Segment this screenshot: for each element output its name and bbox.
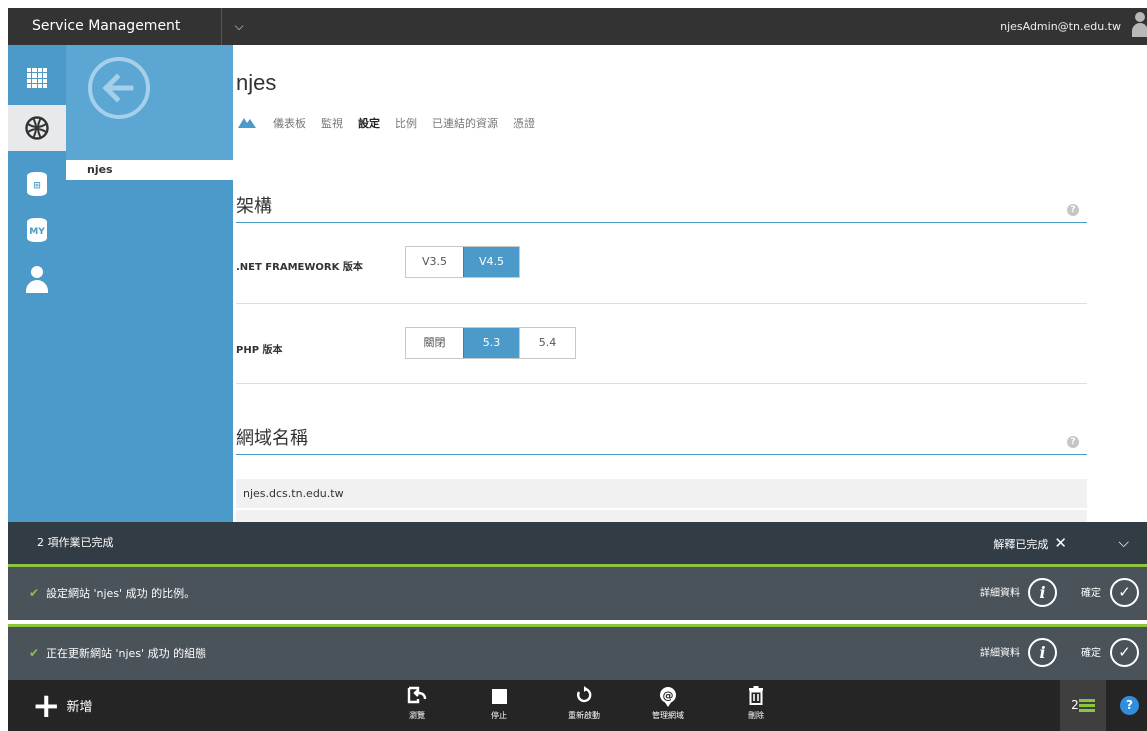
manage-domains-icon: @: [638, 686, 698, 708]
avatar[interactable]: [1131, 12, 1147, 38]
nav-panel: njes: [66, 45, 233, 522]
new-label: 新增: [66, 700, 93, 715]
restart-button[interactable]: 重新啟動: [554, 686, 614, 721]
browse-button[interactable]: 瀏覽: [387, 686, 447, 721]
tab-configure[interactable]: 設定: [358, 115, 380, 131]
manage-domains-label: 管理網域: [652, 711, 684, 720]
details-link[interactable]: 詳細資料: [980, 567, 1020, 620]
restart-label: 重新啟動: [568, 711, 600, 720]
ok-label[interactable]: 確定: [1081, 627, 1101, 680]
new-button[interactable]: + 新增: [32, 680, 93, 731]
net-option-v35[interactable]: V3.5: [406, 247, 463, 277]
notification-item: ✔ 設定網站 'njes' 成功 的比例。 詳細資料 i 確定 ✓: [8, 564, 1147, 620]
delete-icon: [726, 686, 786, 708]
success-check-icon: ✔: [29, 646, 40, 660]
svg-text:@: @: [663, 689, 674, 702]
tab-dashboard[interactable]: 儀表板: [273, 115, 306, 131]
dismiss-label: 解釋已完成: [993, 538, 1049, 551]
notification-header: 2 項作業已完成 解釋已完成 ✕ ⌵: [8, 522, 1147, 564]
tab-monitor[interactable]: 監視: [321, 115, 343, 131]
stop-label: 停止: [491, 711, 507, 720]
net-framework-label: .NET FRAMEWORK 版本: [236, 262, 363, 273]
tab-scale[interactable]: 比例: [395, 115, 417, 131]
all-items-grid-icon: [27, 68, 47, 88]
rail-item-all[interactable]: [8, 55, 66, 101]
section-title: 架構: [236, 196, 272, 217]
checkmark-icon[interactable]: ✓: [1110, 638, 1139, 667]
rail-item-websites[interactable]: [8, 105, 66, 151]
notification-item: ✔ 正在更新網站 'njes' 成功 的組態 詳細資料 i 確定 ✓: [8, 624, 1147, 680]
info-icon[interactable]: i: [1028, 638, 1057, 667]
chevron-down-icon[interactable]: ⌵: [227, 8, 251, 45]
notification-message: 正在更新網站 'njes' 成功 的組態: [46, 647, 207, 660]
manage-domains-button[interactable]: @ 管理網域: [638, 686, 698, 721]
completed-count: 2 項作業已完成: [37, 536, 114, 549]
rail-item-user-accounts[interactable]: [8, 257, 66, 303]
framework-section-header: 架構 ?: [236, 193, 1087, 223]
details-link[interactable]: 詳細資料: [980, 627, 1020, 680]
plus-icon: +: [32, 685, 61, 726]
command-bar: + 新增 瀏覽 停止 重新啟動 @ 管理網域 刪除 2 ?: [8, 680, 1147, 731]
php-option-off[interactable]: 關閉: [406, 328, 463, 358]
divider: [236, 303, 1087, 304]
php-option-53[interactable]: 5.3: [463, 328, 519, 358]
stop-icon: [469, 686, 529, 708]
help-icon[interactable]: ?: [1120, 696, 1139, 715]
stop-button[interactable]: 停止: [469, 686, 529, 721]
browse-icon: [387, 686, 447, 708]
nav-item-njes[interactable]: njes: [66, 160, 233, 180]
top-bar: Service Management Portal ⌵ njesAdmin@tn…: [8, 8, 1147, 71]
success-check-icon: ✔: [29, 586, 40, 600]
sql-database-icon: ⊞: [27, 172, 47, 196]
user-email[interactable]: njesAdmin@tn.edu.tw: [1000, 8, 1121, 45]
portal-title[interactable]: Service Management Portal: [8, 8, 222, 71]
help-icon[interactable]: ?: [1067, 204, 1079, 216]
user-account-icon: [25, 266, 49, 294]
domain-name-field-empty[interactable]: [236, 510, 1087, 522]
delete-label: 刪除: [748, 711, 764, 720]
chevron-down-icon[interactable]: ⌵: [1118, 522, 1129, 564]
task-list-icon: [1078, 697, 1095, 714]
domain-name-field[interactable]: njes.dcs.tn.edu.tw: [236, 479, 1087, 508]
close-icon: ✕: [1054, 534, 1067, 552]
info-icon[interactable]: i: [1028, 578, 1057, 607]
mysql-database-icon: MY: [27, 218, 47, 242]
divider: [236, 383, 1087, 384]
page-title: njes: [236, 70, 277, 95]
delete-button[interactable]: 刪除: [726, 686, 786, 721]
browse-label: 瀏覽: [409, 711, 425, 720]
notification-message: 設定網站 'njes' 成功 的比例。: [46, 587, 196, 600]
net-option-v45[interactable]: V4.5: [463, 247, 519, 277]
net-framework-toggle: V3.5 V4.5: [405, 246, 520, 278]
checkmark-icon[interactable]: ✓: [1110, 578, 1139, 607]
ok-label[interactable]: 確定: [1081, 567, 1101, 620]
rail-item-mysql-databases[interactable]: MY: [8, 207, 66, 253]
php-version-label: PHP 版本: [236, 345, 283, 356]
section-title: 網域名稱: [236, 428, 308, 449]
main-content: njes 儀表板 監視 設定 比例 已連結的資源 憑證 架構 ? .NET FR…: [233, 45, 1147, 522]
help-icon[interactable]: ?: [1067, 436, 1079, 448]
quick-start-cloud-icon[interactable]: [236, 117, 258, 129]
dismiss-completed-button[interactable]: 解釋已完成 ✕: [993, 522, 1067, 566]
service-rail: ⊞ MY: [8, 45, 66, 522]
rail-item-sql-databases[interactable]: ⊞: [8, 161, 66, 207]
task-count: 2: [1071, 698, 1079, 712]
task-list-button[interactable]: 2: [1060, 680, 1106, 731]
domain-section-header: 網域名稱 ?: [236, 425, 1087, 455]
tab-certificates[interactable]: 憑證: [513, 115, 535, 131]
back-arrow-icon[interactable]: [87, 56, 151, 120]
php-option-54[interactable]: 5.4: [519, 328, 575, 358]
back-area: [66, 45, 233, 160]
tab-bar: 儀表板 監視 設定 比例 已連結的資源 憑證: [236, 115, 550, 131]
php-version-toggle: 關閉 5.3 5.4: [405, 327, 576, 359]
tab-linked-resources[interactable]: 已連結的資源: [432, 115, 498, 131]
websites-icon: [25, 116, 49, 140]
restart-icon: [554, 686, 614, 708]
